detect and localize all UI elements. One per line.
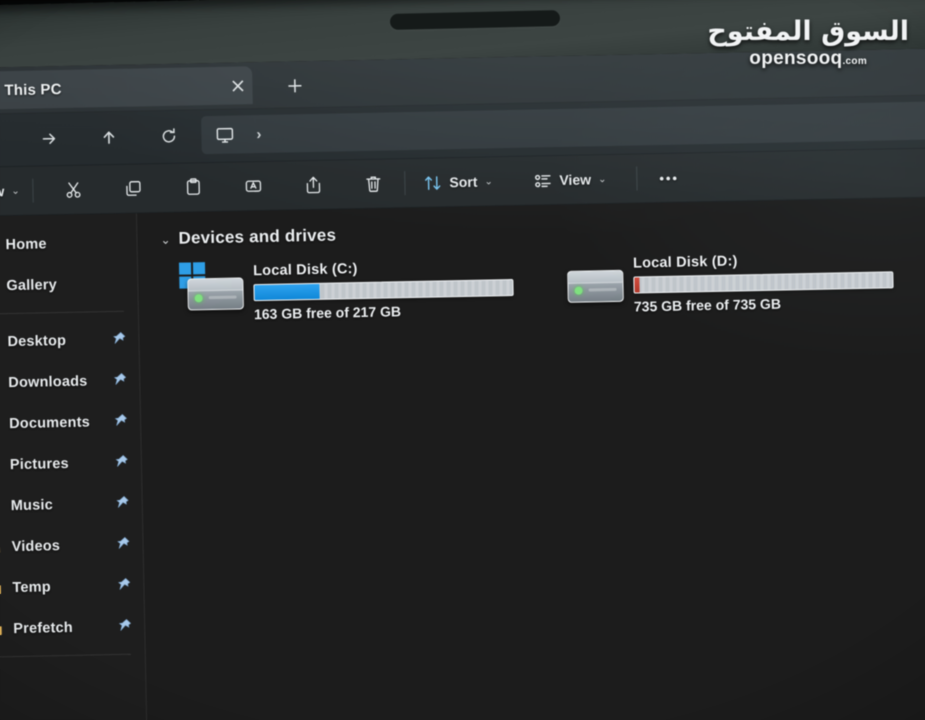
sidebar-label: Documents [8,414,91,432]
sidebar-label: Downloads [8,373,88,391]
copy-icon[interactable] [116,171,151,206]
pin-icon[interactable] [114,495,130,511]
drive-item-c[interactable]: Local Disk (C:) 163 GB free of 217 GB [178,256,520,324]
sidebar-label: Home [5,235,47,253]
see-more-icon[interactable]: ••• [652,160,686,195]
sidebar-item-prefetch[interactable]: Prefetch [0,605,145,649]
forward-arrow-icon[interactable] [31,121,66,156]
pin-icon[interactable] [116,618,132,634]
photo-of-laptop-screen: This PC › New ⌄ Sort ⌄ View ⌄ ••• Home G… [0,0,925,720]
laptop-screen: This PC › New ⌄ Sort ⌄ View ⌄ ••• Home G… [0,47,925,720]
capacity-bar-fill [634,277,640,293]
paste-icon[interactable] [176,170,211,205]
sidebar-item-desktop[interactable]: Desktop [0,319,139,363]
drive-free-space: 163 GB free of 217 GB [253,303,402,323]
sidebar-item-gallery[interactable]: Gallery [0,263,138,307]
sidebar-label: Temp [12,578,51,596]
sidebar-item-home[interactable]: Home [0,222,137,266]
tab-title: This PC [4,80,62,99]
temp-folder-icon [0,579,7,597]
chevron-down-icon: ⌄ [484,175,493,188]
hard-drive-glyph [187,277,244,311]
drive-free-space: 735 GB free of 735 GB [633,295,782,315]
toolbar-separator [32,178,34,203]
downloads-folder-icon [0,374,3,392]
sidebar-label: Videos [11,537,61,555]
address-bar[interactable]: › [201,101,925,155]
gallery-icon [0,277,1,295]
explorer-body: Home Gallery Desktop Downloads Documents… [0,196,925,720]
toolbar-separator [404,171,406,196]
drive-name: Local Disk (D:) [632,253,738,272]
rename-icon[interactable] [236,169,271,204]
file-list-area: ⌄ Devices and drives Local Disk (C:) 163… [137,196,925,720]
pin-icon[interactable] [114,536,130,552]
see-more-label: ••• [659,170,680,186]
group-title: Devices and drives [178,225,337,248]
pictures-folder-icon [0,456,4,474]
chevron-down-icon[interactable]: ⌄ [160,233,170,247]
drive-tiles: Local Disk (C:) 163 GB free of 217 GB Lo… [161,247,925,324]
sidebar-item-temp[interactable]: Temp [0,564,144,608]
hard-drive-glyph [567,269,624,303]
sidebar-item-downloads[interactable]: Downloads [0,360,140,404]
close-icon[interactable] [224,72,251,99]
sidebar-divider [0,310,124,315]
this-pc-monitor-icon [215,125,234,144]
breadcrumb-chevron-icon[interactable]: › [256,126,261,143]
toolbar-separator [636,166,638,191]
sort-label: Sort [449,173,478,191]
navigation-pane: Home Gallery Desktop Downloads Documents… [0,213,148,720]
sidebar-item-documents[interactable]: Documents [0,401,141,445]
local-disk-c-icon [178,261,244,316]
sidebar-label: Pictures [9,455,69,473]
sidebar-item-videos[interactable]: Videos [0,523,143,567]
music-folder-icon [0,497,5,515]
refresh-icon[interactable] [151,119,186,154]
chevron-down-icon: ⌄ [597,173,607,185]
pin-icon[interactable] [112,413,128,429]
view-label: View [559,171,592,189]
pin-icon[interactable] [110,331,126,347]
tab-this-pc[interactable]: This PC [0,66,253,110]
sort-button[interactable]: Sort ⌄ [416,164,500,200]
sidebar-label: Prefetch [13,619,74,637]
videos-folder-icon [0,538,6,556]
new-label: New [0,183,5,200]
delete-icon[interactable] [356,166,391,201]
file-explorer-window: This PC › New ⌄ Sort ⌄ View ⌄ ••• Home G… [0,47,925,720]
cut-icon[interactable] [56,172,91,207]
capacity-bar-c [253,278,514,302]
desktop-folder-icon [0,333,2,351]
sidebar-label: Gallery [6,276,58,294]
view-button[interactable]: View ⌄ [526,162,614,198]
documents-folder-icon [0,415,3,433]
plus-icon[interactable] [280,71,309,100]
up-arrow-icon[interactable] [91,120,126,155]
new-button[interactable]: New ⌄ [0,174,27,209]
drive-name: Local Disk (C:) [252,261,358,280]
sidebar-divider [0,653,131,658]
sidebar-item-music[interactable]: Music [0,482,142,526]
sidebar-label: Desktop [7,332,67,350]
pin-icon[interactable] [113,454,129,470]
capacity-bar-d [633,271,894,294]
capacity-bar-fill [254,283,320,301]
pin-icon[interactable] [111,372,127,388]
share-icon[interactable] [296,168,331,203]
back-arrow-icon[interactable] [0,122,6,157]
local-disk-d-icon [559,254,624,309]
prefetch-folder-icon [0,620,7,638]
sidebar-label: Music [10,496,54,514]
drive-item-d[interactable]: Local Disk (D:) 735 GB free of 735 GB [559,248,900,316]
devices-and-drives-group-header[interactable]: ⌄ Devices and drives [160,213,925,249]
chevron-down-icon: ⌄ [11,185,20,197]
sidebar-item-pictures[interactable]: Pictures [0,441,141,485]
pin-icon[interactable] [115,577,131,593]
